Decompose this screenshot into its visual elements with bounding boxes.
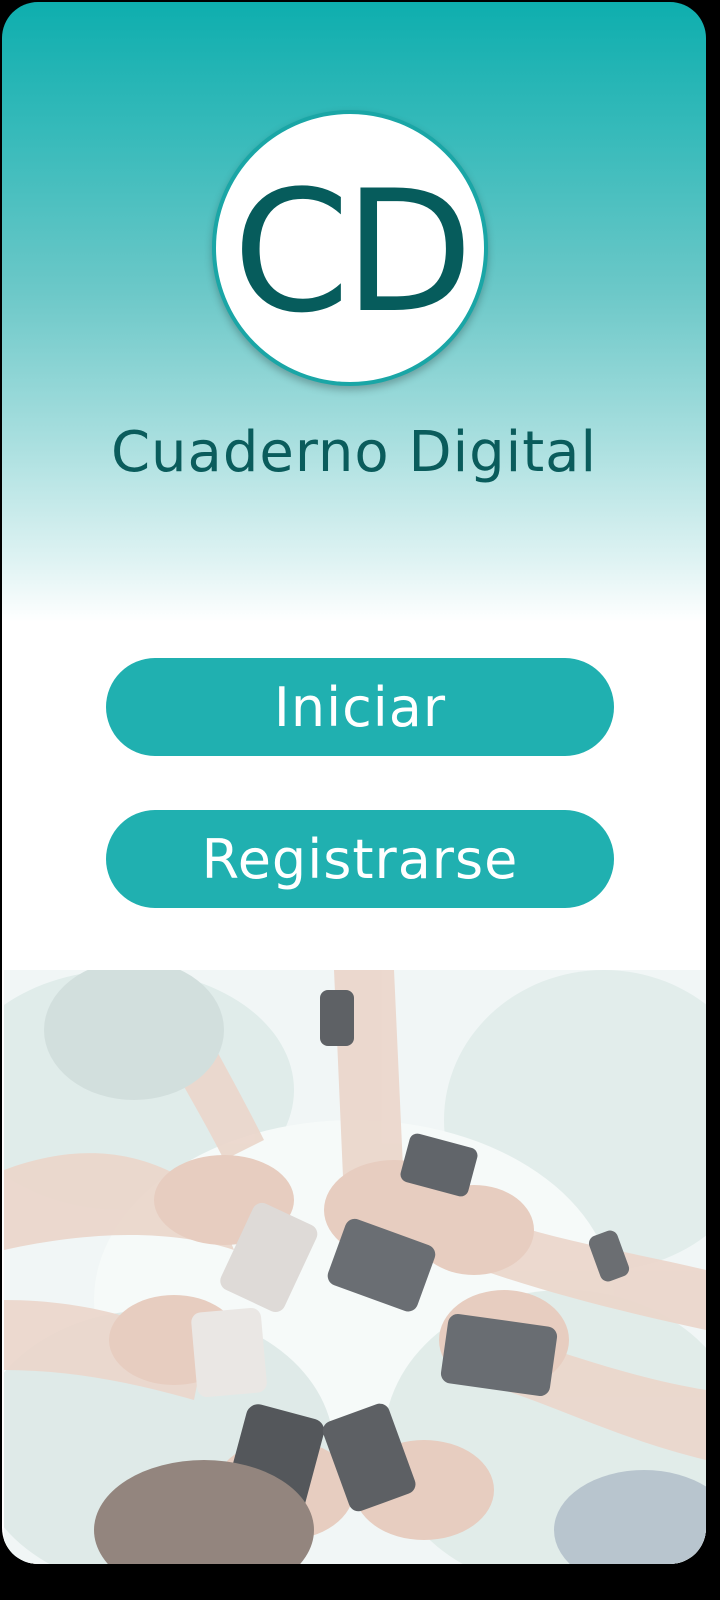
- app-title: Cuaderno Digital: [110, 420, 598, 485]
- app-screen: CD Cuaderno Digital Iniciar Registrarse: [2, 2, 706, 1564]
- start-button[interactable]: Iniciar: [106, 658, 614, 756]
- hero-image: [4, 970, 706, 1564]
- app-logo: CD: [212, 110, 488, 386]
- register-button[interactable]: Registrarse: [106, 810, 614, 908]
- logo-initials: CD: [232, 154, 474, 350]
